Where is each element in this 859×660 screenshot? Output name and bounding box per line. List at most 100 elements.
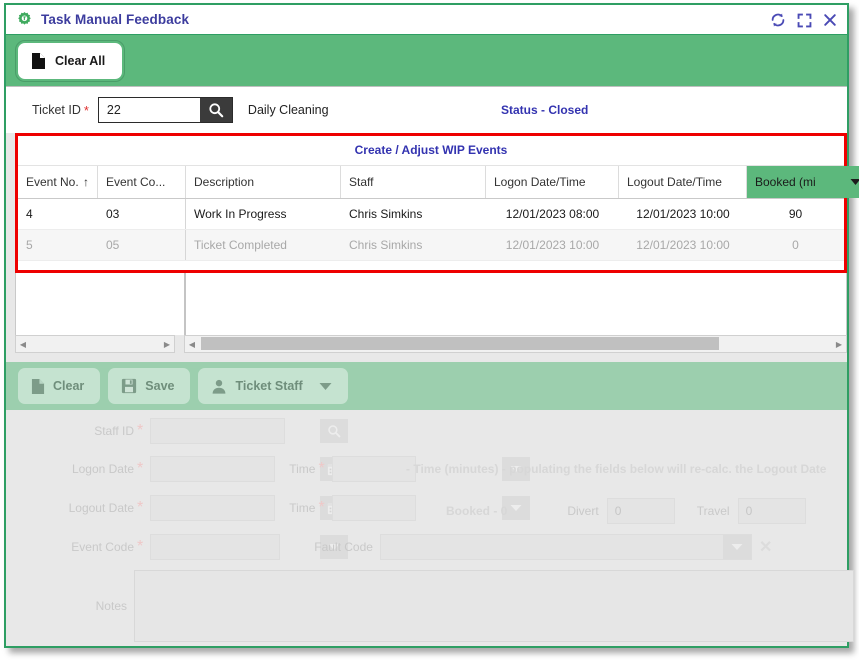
column-header-logon-datetime[interactable]: Logon Date/Time	[486, 166, 619, 198]
sort-ascending-icon: ↑	[83, 175, 89, 189]
search-icon	[328, 425, 341, 438]
chevron-down-icon	[731, 544, 743, 550]
column-header-event-no-label: Event No.	[26, 175, 79, 189]
person-icon	[213, 379, 226, 394]
cell-staff: Chris Simkins	[349, 238, 423, 252]
ticket-description: Daily Cleaning	[247, 103, 329, 117]
grid-scrollbars: ◀ ▶ ◀ ▶	[15, 335, 847, 353]
divert-field-group	[606, 498, 790, 524]
staff-id-search-button[interactable]	[320, 419, 349, 443]
gear-icon	[18, 12, 31, 25]
chevron-down-icon	[850, 179, 859, 185]
ticket-search-row: Ticket ID * Daily Cleaning Status - Clos…	[6, 87, 847, 133]
ticket-staff-button[interactable]: Ticket Staff	[198, 368, 348, 404]
clear-all-label: Clear All	[55, 53, 106, 68]
fault-code-dropdown-button[interactable]	[722, 535, 751, 559]
time-recalc-note: - Time (minutes) - populating the fields…	[406, 462, 826, 476]
save-button[interactable]: Save	[108, 368, 191, 404]
notes-row: Notes	[42, 570, 854, 642]
maximize-icon[interactable]	[796, 12, 813, 29]
fault-code-label: Fault Code	[314, 540, 373, 554]
logout-time-field-group	[331, 495, 530, 521]
logon-time-label: Time	[289, 462, 316, 476]
column-header-booked-dropdown-icon[interactable]	[844, 166, 859, 198]
table-row[interactable]: 5 05 Ticket Completed Chris Simkins 12/0…	[18, 230, 844, 261]
clear-all-button[interactable]: Clear All	[14, 39, 126, 82]
window-title: Task Manual Feedback	[41, 12, 190, 27]
logout-date-label: Logout Date	[68, 501, 134, 515]
staff-id-row: Staff ID *	[66, 418, 349, 444]
record-action-toolbar: Clear Save Ticket Staff	[6, 362, 847, 410]
wip-events-grid: Create / Adjust WIP Events Event No. ↑ E…	[15, 133, 859, 273]
staff-id-required-mark: *	[137, 422, 144, 439]
logon-time-field-group	[331, 456, 530, 482]
logout-time-required-mark: *	[318, 499, 325, 516]
cell-event-no: 5	[26, 238, 33, 252]
cell-logout-datetime: 12/01/2023 10:00	[636, 238, 730, 252]
refresh-icon[interactable]	[769, 11, 787, 29]
cell-booked: 0	[792, 238, 799, 252]
grid-empty-body	[15, 273, 847, 335]
logon-time-required-mark: *	[318, 460, 325, 477]
frozen-scroll-track[interactable]	[30, 335, 160, 353]
event-code-field-group	[150, 534, 349, 560]
travel-label: Travel	[696, 504, 730, 518]
ticket-id-field-group	[97, 97, 233, 123]
ticket-id-input[interactable]	[98, 98, 200, 122]
cell-logout-datetime: 12/01/2023 10:00	[636, 207, 730, 221]
staff-id-label: Staff ID	[94, 424, 134, 438]
staff-id-input[interactable]	[151, 419, 321, 443]
frozen-pane-horizontal-scrollbar[interactable]: ◀ ▶	[15, 335, 175, 353]
column-header-staff[interactable]: Staff	[341, 166, 486, 198]
clear-button[interactable]: Clear	[18, 368, 101, 404]
top-toolbar: Clear All	[6, 35, 847, 87]
cell-logon-datetime: 12/01/2023 08:00	[505, 207, 600, 221]
travel-input[interactable]	[738, 499, 859, 523]
grid-horizontal-scrollbar[interactable]: ◀ ▶	[184, 335, 847, 353]
event-code-input[interactable]	[151, 535, 321, 559]
frozen-column-divider	[184, 273, 186, 335]
ticket-search-button[interactable]	[199, 98, 232, 122]
ticket-staff-button-label: Ticket Staff	[235, 379, 303, 393]
logon-date-field-group	[150, 456, 349, 482]
column-header-booked[interactable]: Booked (mi	[747, 166, 844, 198]
cell-description: Work In Progress	[194, 207, 287, 221]
notes-textarea[interactable]	[134, 570, 854, 642]
divert-label: Divert	[567, 504, 599, 518]
column-header-event-no[interactable]: Event No. ↑	[18, 166, 98, 198]
close-icon[interactable]	[822, 12, 838, 28]
clear-button-label: Clear	[53, 379, 85, 393]
column-header-logout-datetime[interactable]: Logout Date/Time	[619, 166, 747, 198]
event-code-row: Event Code * Fault Code ✕	[42, 534, 772, 560]
column-header-description[interactable]: Description	[186, 166, 341, 198]
fault-code-clear-button[interactable]: ✕	[759, 537, 772, 557]
grid-scroll-track[interactable]	[199, 335, 832, 353]
scroll-left-icon[interactable]: ◀	[16, 340, 30, 349]
event-code-required-mark: *	[137, 538, 144, 555]
logout-date-row: Logout Date * Time *	[42, 495, 530, 521]
booked-summary: Booked - 0 Divert Travel	[446, 498, 859, 524]
cell-event-code: 05	[98, 230, 186, 260]
logout-time-label: Time	[289, 501, 316, 515]
event-detail-form: Staff ID * Logon Date * Time * - Time (m…	[6, 410, 859, 646]
logout-date-required-mark: *	[137, 499, 144, 516]
cell-description: Ticket Completed	[194, 238, 287, 252]
table-row[interactable]: 4 03 Work In Progress Chris Simkins 12/0…	[18, 199, 844, 230]
floppy-disk-icon	[122, 378, 137, 394]
title-bar: Task Manual Feedback	[6, 5, 847, 35]
logon-date-row: Logon Date * Time *	[42, 456, 530, 482]
grid-scroll-thumb[interactable]	[201, 337, 719, 350]
status-badge: Status - Closed	[501, 103, 589, 117]
save-button-label: Save	[145, 379, 175, 393]
scroll-right-icon[interactable]: ▶	[832, 340, 846, 349]
fault-code-field-group	[379, 534, 752, 560]
event-code-label: Event Code	[71, 540, 134, 554]
fault-code-input[interactable]	[380, 535, 723, 559]
ticket-id-label: Ticket ID	[32, 103, 81, 117]
column-header-event-code[interactable]: Event Co...	[98, 166, 186, 198]
time-recalc-note-text: - Time (minutes) - populating the fields…	[406, 462, 827, 476]
scroll-left-icon[interactable]: ◀	[185, 340, 199, 349]
screenshot-root: Task Manual Feedback Clear All Ticket ID…	[0, 0, 859, 660]
scroll-right-icon[interactable]: ▶	[160, 340, 174, 349]
search-icon	[209, 103, 224, 118]
